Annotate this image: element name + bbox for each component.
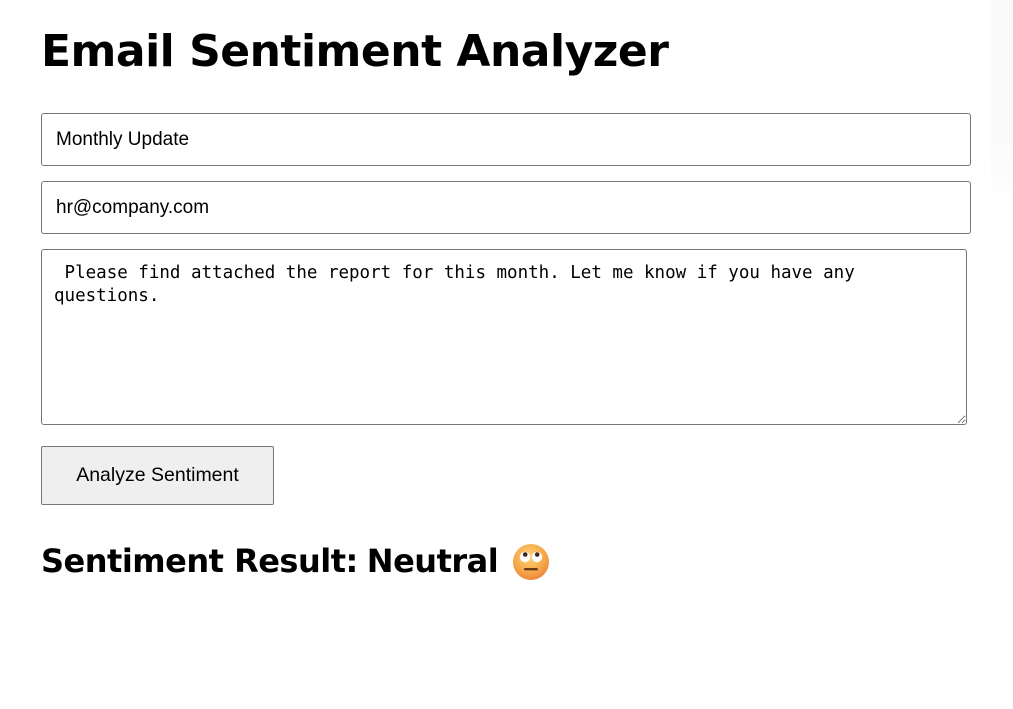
subject-input[interactable]: [41, 113, 971, 166]
neutral-face-emoji-icon: [512, 543, 550, 581]
sentiment-result-heading: Sentiment Result: Neutral: [41, 538, 550, 584]
scrollbar-shade: [991, 0, 1013, 220]
sentiment-result-label: Sentiment Result:: [41, 542, 358, 580]
sentiment-result-value: Neutral: [366, 542, 499, 580]
analyze-sentiment-button[interactable]: Analyze Sentiment: [41, 446, 274, 505]
page-title: Email Sentiment Analyzer: [41, 26, 669, 77]
email-body-textarea[interactable]: Please find attached the report for this…: [41, 249, 967, 425]
sender-email-input[interactable]: [41, 181, 971, 234]
page: Email Sentiment Analyzer Please find att…: [0, 0, 1013, 709]
